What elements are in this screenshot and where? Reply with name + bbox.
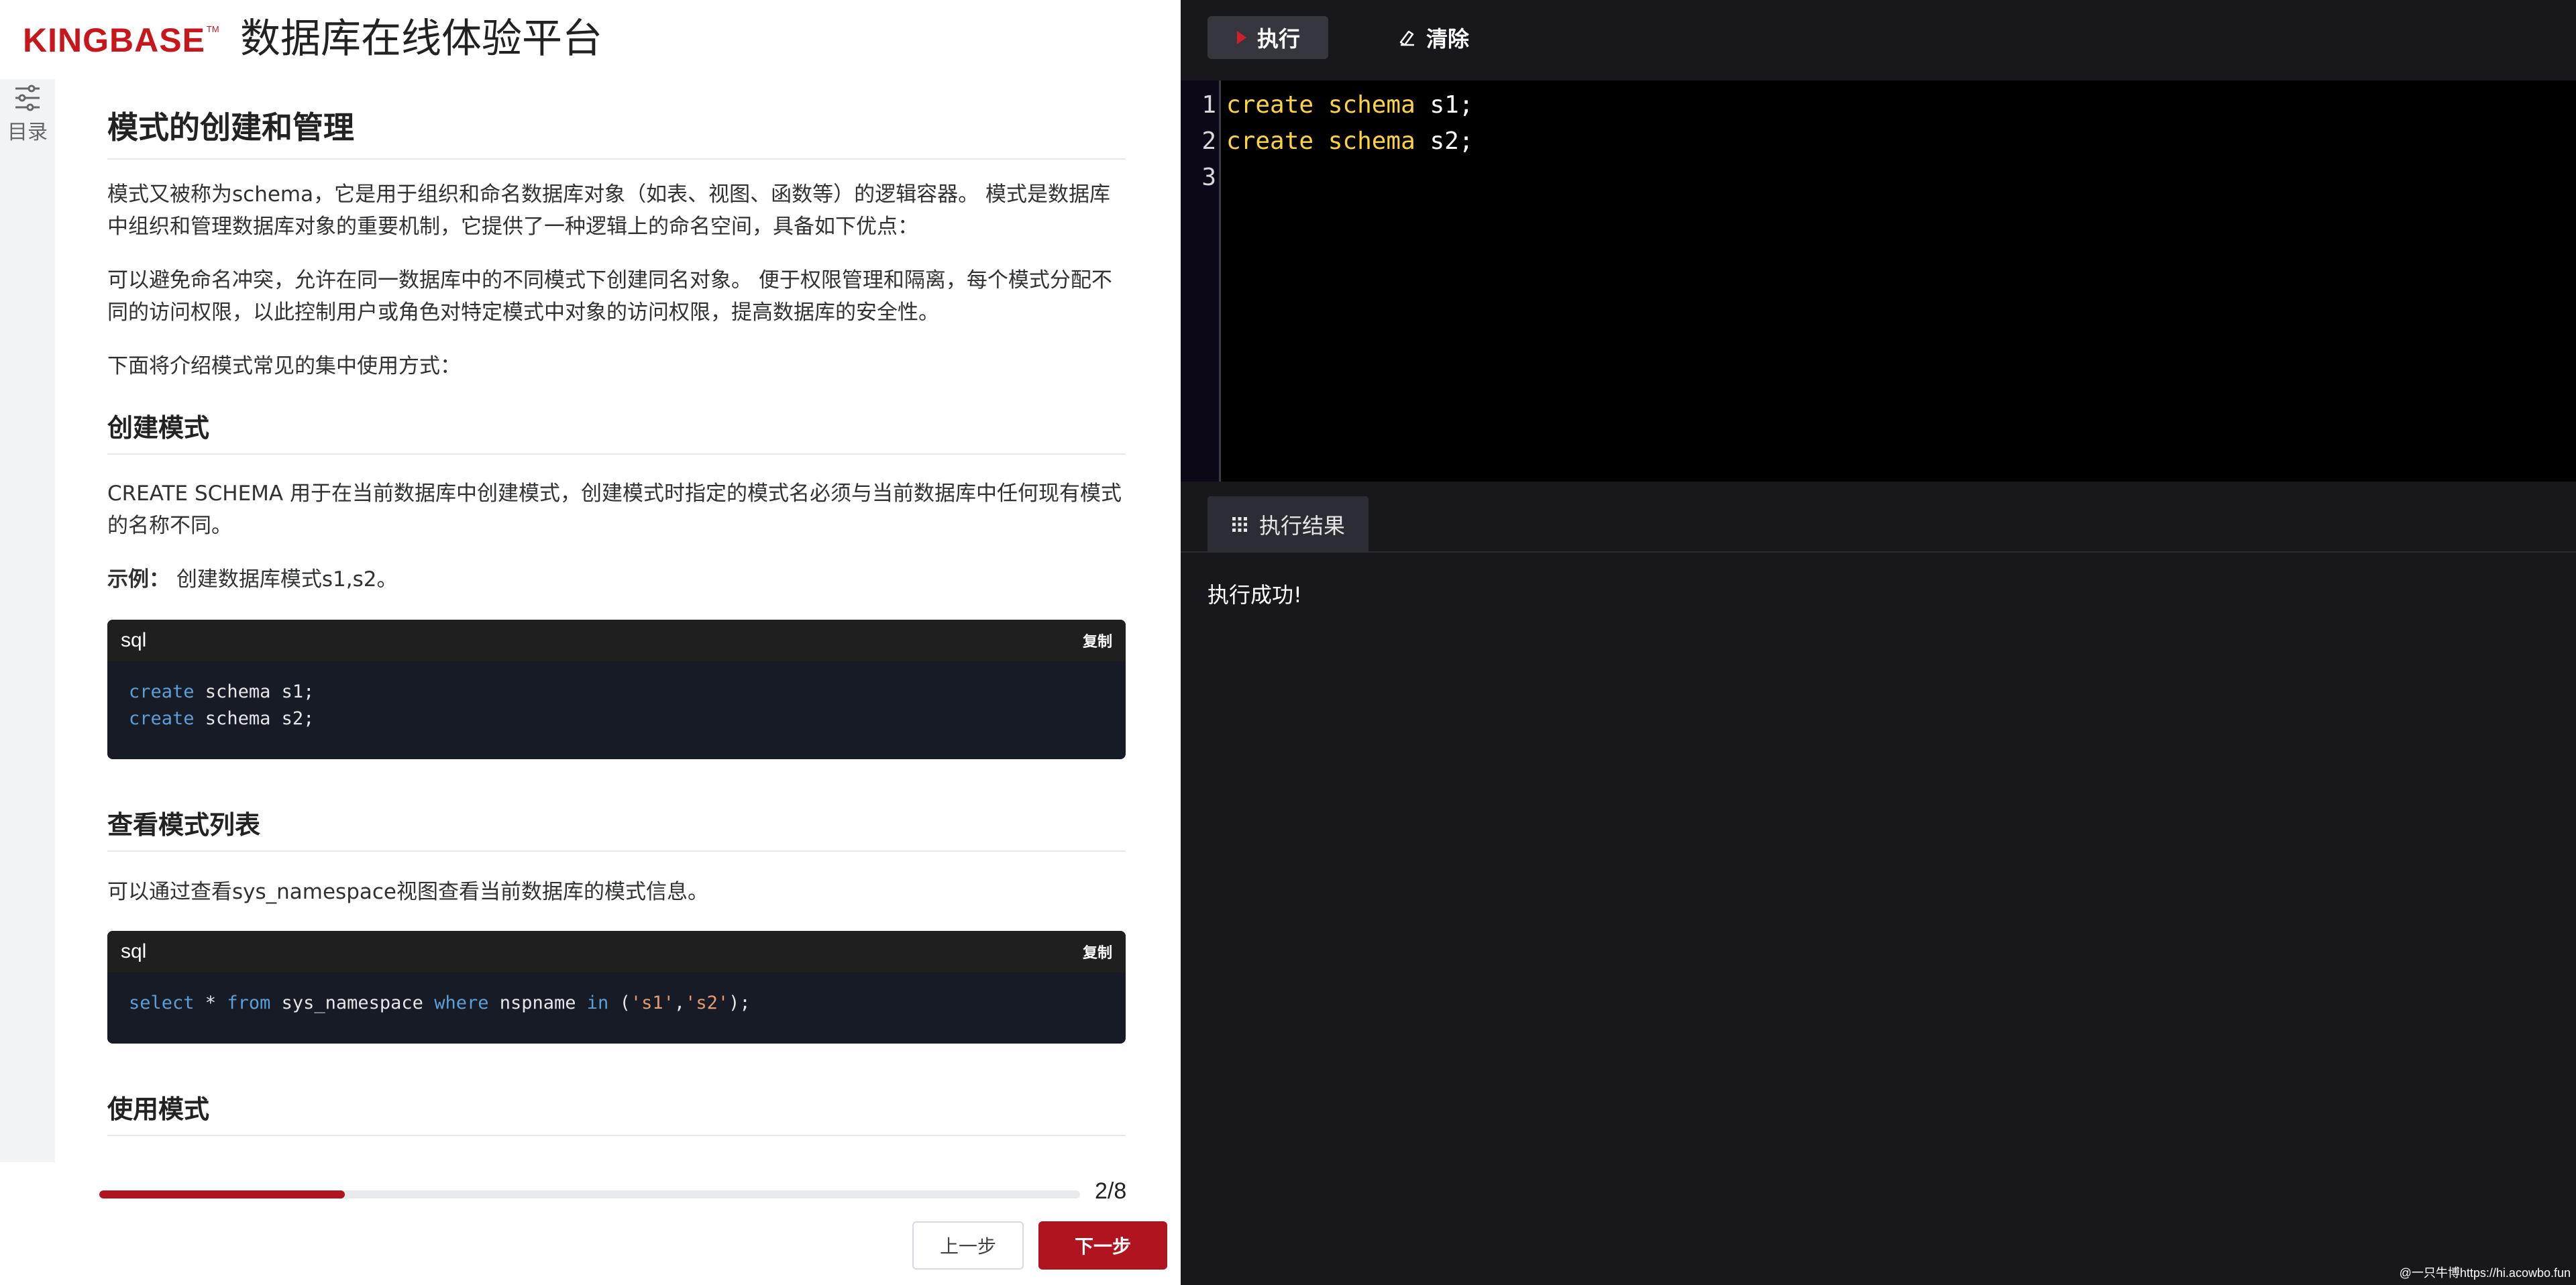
example-label: 示例： [107, 567, 170, 592]
sql-text: s1; [1415, 91, 1474, 119]
clear-label: 清除 [1426, 26, 1469, 52]
code-keyword: select [129, 993, 195, 1013]
page-title: 模式的创建和管理 [107, 106, 1126, 160]
code-text: , [674, 993, 686, 1013]
editor-line[interactable]: create schema s1; [1226, 87, 1473, 123]
heading-use-schema: 使用模式 [107, 1091, 1126, 1136]
copy-button[interactable]: 复制 [1083, 630, 1112, 651]
code-block-create: sql 复制 create schema s1; create schema s… [107, 620, 1126, 759]
document-content[interactable]: 模式的创建和管理 模式又被称为schema，它是用于组织和命名数据库对象（如表、… [55, 79, 1181, 1162]
code-block-header: sql 复制 [107, 931, 1126, 972]
intro-paragraph-3: 下面将介绍模式常见的集中使用方式： [107, 354, 461, 378]
editor-line[interactable]: create schema s2; [1226, 123, 1473, 160]
line-number: 1 [1201, 91, 1216, 119]
code-text: sys_namespace [270, 993, 435, 1013]
code-language: sql [121, 629, 147, 651]
code-content: select * from sys_namespace where nspnam… [107, 972, 1126, 1034]
previous-step-button[interactable]: 上一步 [912, 1221, 1024, 1270]
editor-lines[interactable]: create schema s1; create schema s2; [1226, 87, 1473, 196]
code-content: create schema s1; create schema s2; [107, 661, 1126, 750]
code-keyword: create [129, 681, 195, 702]
line-number-gutter: 1 2 3 [1181, 80, 1221, 482]
sql-keyword: create [1226, 91, 1314, 119]
copy-button[interactable]: 复制 [1083, 941, 1112, 962]
code-string: 's2' [685, 993, 729, 1013]
sql-keyword: schema [1328, 91, 1415, 119]
grid-icon [1232, 517, 1247, 532]
line-number: 2 [1201, 127, 1216, 155]
sql-keyword: schema [1328, 127, 1415, 155]
execute-button[interactable]: 执行 [1208, 16, 1328, 59]
editor-toolbar: 执行 清除 [1181, 0, 2576, 80]
example-line: 示例： 创建数据库模式s1,s2。 [107, 563, 1126, 596]
heading-create-schema: 创建模式 [107, 409, 1126, 455]
tab-execution-result[interactable]: 执行结果 [1208, 496, 1368, 553]
editor-line[interactable] [1226, 160, 1473, 196]
progress-fill [99, 1190, 345, 1198]
code-string: 's1' [630, 993, 674, 1013]
play-icon [1236, 31, 1246, 44]
site-title: 数据库在线体验平台 [240, 15, 602, 62]
clear-button[interactable]: 清除 [1379, 16, 1487, 59]
sql-workspace: 执行 清除 1 2 3 create schema s1; create sch… [1181, 0, 2576, 1285]
toc-button[interactable]: 目录 [3, 79, 52, 153]
logo-trademark: TM [206, 24, 219, 34]
code-text: nspname [488, 993, 587, 1013]
toc-label: 目录 [7, 121, 48, 144]
code-keyword: create [129, 708, 195, 729]
create-schema-description: CREATE SCHEMA 用于在当前数据库中创建模式，创建模式时指定的模式名必… [107, 482, 1122, 538]
logo-text: KINGBASE [23, 21, 205, 59]
tutorial-panel: KINGBASE TM 数据库在线体验平台 目录 模式的创建和管理 模式又被称为… [0, 0, 1181, 1285]
heading-list-schemas: 查看模式列表 [107, 806, 1126, 852]
line-number: 3 [1201, 164, 1216, 191]
code-text: schema s1; [194, 681, 315, 702]
kingbase-logo: KINGBASE TM [23, 21, 219, 59]
code-keyword: in [586, 993, 609, 1013]
sql-editor[interactable]: 1 2 3 create schema s1; create schema s2… [1181, 80, 2576, 482]
progress-text: 2/8 [1095, 1178, 1127, 1204]
next-step-button[interactable]: 下一步 [1038, 1221, 1167, 1270]
list-schemas-description: 可以通过查看sys_namespace视图查看当前数据库的模式信息。 [107, 880, 709, 904]
results-tab-label: 执行结果 [1258, 513, 1345, 539]
intro-paragraph-2: 可以避免命名冲突，允许在同一数据库中的不同模式下创建同名对象。 便于权限管理和隔… [107, 268, 1112, 325]
sql-text: s2; [1415, 127, 1474, 155]
code-block-header: sql 复制 [107, 620, 1126, 661]
watermark: @一只牛博https://hi.acowbo.fun [2399, 1266, 2571, 1280]
code-keyword: where [434, 993, 489, 1013]
step-footer: 2/8 上一步 下一步 [0, 1162, 1181, 1285]
code-text: * [194, 993, 227, 1013]
sliders-icon [15, 85, 40, 111]
toc-strip: 目录 [0, 79, 55, 1162]
example-text: 创建数据库模式s1,s2。 [176, 567, 398, 592]
code-language: sql [121, 940, 147, 962]
header: KINGBASE TM 数据库在线体验平台 [0, 0, 1181, 79]
execute-label: 执行 [1256, 26, 1300, 52]
progress-bar [99, 1190, 1080, 1198]
code-keyword: from [227, 993, 271, 1013]
execution-result-message: 执行成功! [1208, 582, 1302, 608]
code-block-select: sql 复制 select * from sys_namespace where… [107, 931, 1126, 1044]
code-text: schema s2; [194, 708, 315, 729]
code-text: ( [608, 993, 631, 1013]
code-text: ); [729, 993, 751, 1013]
results-tab-bar: 执行结果 [1181, 482, 2576, 553]
intro-paragraph-1: 模式又被称为schema，它是用于组织和命名数据库对象（如表、视图、函数等）的逻… [107, 182, 1110, 239]
sql-keyword: create [1226, 127, 1314, 155]
eraser-icon [1399, 30, 1414, 46]
